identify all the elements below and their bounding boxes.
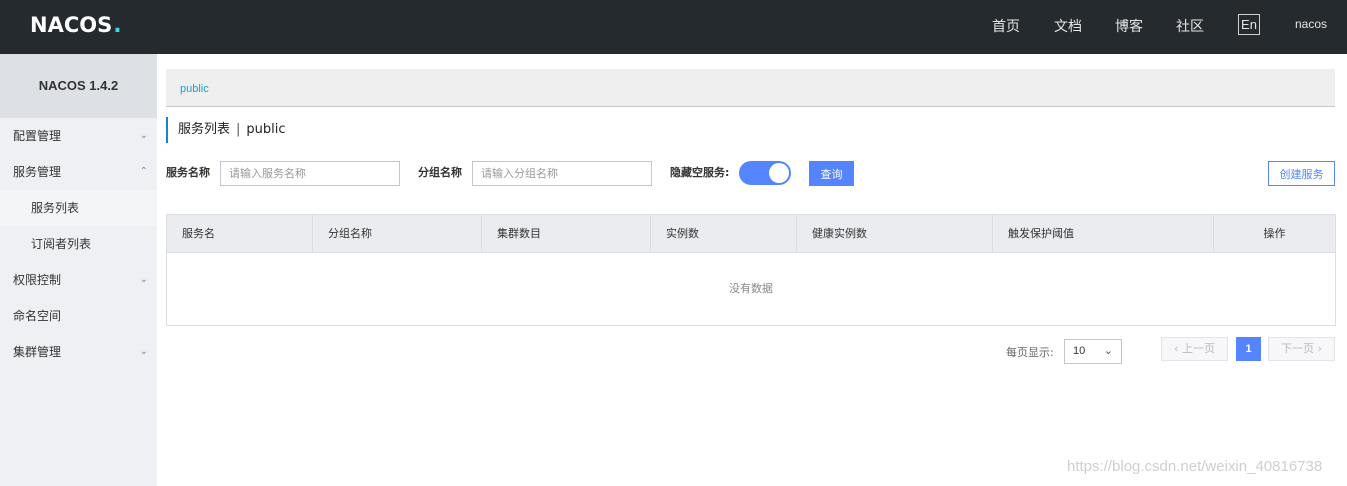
next-page-label: 下一页 [1281, 342, 1315, 355]
page-title-text: 服务列表 [178, 122, 231, 137]
group-name-label: 分组名称 [418, 166, 462, 179]
nav-home[interactable]: 首页 [992, 16, 1020, 36]
chevron-down-icon: ⌄ [1103, 345, 1113, 357]
namespace-link-public[interactable]: public [180, 83, 209, 95]
service-name-input[interactable] [220, 161, 400, 186]
sidebar: NACOS 1.4.2 配置管理 ⌄ 服务管理 ⌃ 服务列表 订阅者列表 权限控… [0, 54, 157, 486]
page-size-label: 每页显示: [1006, 346, 1054, 359]
title-separator: | [236, 122, 241, 137]
sidebar-item-label: 订阅者列表 [31, 237, 92, 251]
chevron-right-icon: › [1317, 342, 1322, 355]
table-empty-text: 没有数据 [729, 282, 773, 295]
sidebar-item-label: 配置管理 [13, 129, 62, 143]
nav-docs[interactable]: 文档 [1054, 16, 1082, 36]
hide-empty-toggle[interactable] [739, 161, 791, 185]
table-header: 服务名 分组名称 集群数目 实例数 健康实例数 触发保护阈值 操作 [167, 215, 1335, 253]
sidebar-item-cluster[interactable]: 集群管理 ⌄ [0, 334, 157, 370]
service-name-label: 服务名称 [166, 166, 210, 179]
column-header-instance-count: 实例数 [651, 215, 797, 253]
prev-page-label: 上一页 [1181, 342, 1215, 355]
sidebar-item-config[interactable]: 配置管理 ⌄ [0, 118, 157, 154]
nacos-logo[interactable]: NACOS. [30, 12, 122, 38]
page-number-current[interactable]: 1 [1236, 337, 1261, 361]
page-title: 服务列表 | public [166, 117, 286, 143]
page-size-select[interactable]: 10 ⌄ [1064, 339, 1122, 364]
logo-text: NACOS [30, 13, 113, 37]
sidebar-item-service-list[interactable]: 服务列表 [0, 190, 157, 226]
chevron-down-icon: ⌄ [139, 130, 148, 141]
sidebar-item-auth[interactable]: 权限控制 ⌄ [0, 262, 157, 298]
namespace-bar: public [166, 69, 1335, 107]
sidebar-item-label: 命名空间 [13, 309, 62, 323]
page-title-namespace: public [246, 122, 286, 137]
sidebar-item-service[interactable]: 服务管理 ⌃ [0, 154, 157, 190]
column-header-group-name: 分组名称 [313, 215, 482, 253]
column-header-service-name: 服务名 [167, 215, 313, 253]
create-service-button[interactable]: 创建服务 [1268, 161, 1335, 186]
next-page-button[interactable]: 下一页 › [1268, 337, 1335, 361]
language-switch[interactable]: En [1238, 14, 1260, 35]
nav-community[interactable]: 社区 [1176, 16, 1204, 36]
user-name[interactable]: nacos [1295, 17, 1327, 31]
sidebar-menu: 配置管理 ⌄ 服务管理 ⌃ 服务列表 订阅者列表 权限控制 ⌄ 命名空间 集群管… [0, 118, 157, 370]
prev-page-button[interactable]: ‹ 上一页 [1161, 337, 1228, 361]
column-header-cluster-count: 集群数目 [482, 215, 651, 253]
sidebar-item-label: 权限控制 [13, 273, 62, 287]
nav-blog[interactable]: 博客 [1115, 16, 1143, 36]
top-navbar: NACOS. 首页 文档 博客 社区 En nacos [0, 0, 1347, 54]
chevron-left-icon: ‹ [1174, 342, 1179, 355]
logo-dot-icon: . [113, 12, 122, 38]
chevron-down-icon: ⌄ [139, 346, 148, 357]
sidebar-item-label: 服务列表 [31, 201, 80, 215]
sidebar-item-subscribers[interactable]: 订阅者列表 [0, 226, 157, 262]
toggle-knob [769, 163, 789, 183]
sidebar-title: NACOS 1.4.2 [0, 54, 157, 118]
column-header-healthy-instances: 健康实例数 [797, 215, 993, 253]
chevron-down-icon: ⌄ [139, 274, 148, 285]
hide-empty-label: 隐藏空服务: [670, 166, 730, 179]
query-button[interactable]: 查询 [809, 161, 854, 186]
page-size-value: 10 [1073, 345, 1086, 357]
column-header-protect-threshold: 触发保护阈值 [993, 215, 1214, 253]
watermark-text: https://blog.csdn.net/weixin_40816738 [1067, 458, 1323, 475]
sidebar-item-label: 集群管理 [13, 345, 62, 359]
chevron-up-icon: ⌃ [139, 166, 148, 177]
column-header-actions: 操作 [1263, 227, 1286, 240]
sidebar-item-namespace[interactable]: 命名空间 [0, 298, 157, 334]
group-name-input[interactable] [472, 161, 652, 186]
sidebar-item-label: 服务管理 [13, 165, 62, 179]
service-table: 服务名 分组名称 集群数目 实例数 健康实例数 触发保护阈值 操作 没有数据 [166, 214, 1336, 326]
